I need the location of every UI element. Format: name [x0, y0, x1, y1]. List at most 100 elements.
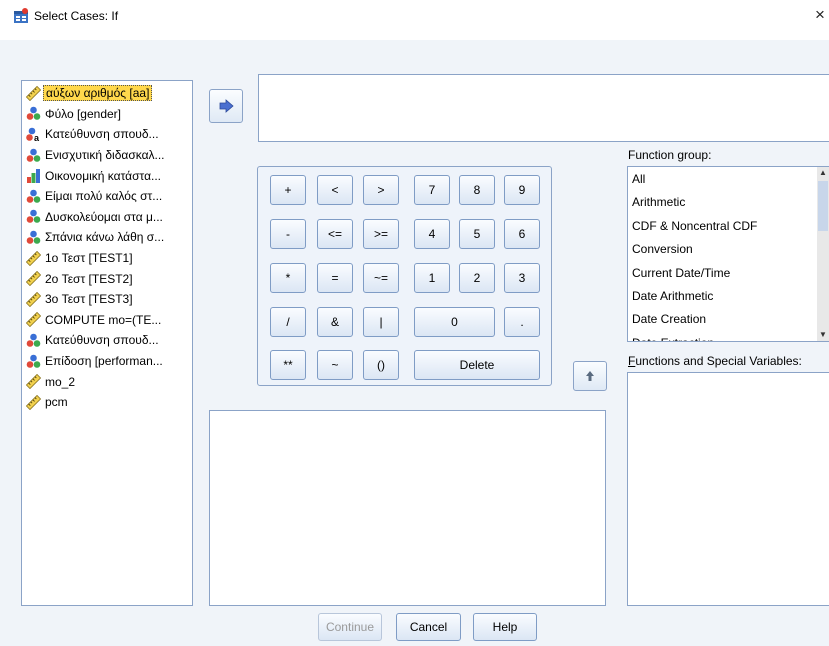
variable-label: 3o Τεστ [TEST3] — [45, 292, 133, 307]
key-2[interactable]: 2 — [459, 263, 495, 293]
key-parentheses[interactable]: () — [363, 350, 399, 380]
key-0[interactable]: 0 — [414, 307, 495, 337]
variable-item[interactable]: Οικονομική κατάστα... — [22, 165, 192, 186]
scale-ruler-icon — [25, 291, 42, 307]
nominal-icon — [26, 230, 41, 245]
functions-special-variables-list[interactable] — [627, 372, 829, 606]
key-less-than[interactable]: < — [317, 175, 353, 205]
key-greater-equal[interactable]: >= — [363, 219, 399, 249]
variable-item[interactable]: Επίδοση [performan... — [22, 351, 192, 372]
function-group-item[interactable]: Date Arithmetic — [632, 286, 829, 309]
key-7[interactable]: 7 — [414, 175, 450, 205]
key-and[interactable]: & — [317, 307, 353, 337]
nominal-icon — [26, 106, 41, 121]
nominal-icon — [26, 354, 41, 369]
function-group-item[interactable]: Arithmetic — [632, 192, 829, 215]
scale-ruler-icon — [25, 394, 42, 410]
function-group-scrollbar[interactable]: ▲ ▼ — [817, 167, 829, 341]
title-bar: Select Cases: If × — [0, 0, 829, 40]
close-icon[interactable]: × — [815, 5, 825, 25]
scale-ruler-icon — [25, 250, 42, 266]
key-less-equal[interactable]: <= — [317, 219, 353, 249]
numeric-expression-field[interactable] — [258, 74, 829, 142]
key-3[interactable]: 3 — [504, 263, 540, 293]
key-plus[interactable]: + — [270, 175, 306, 205]
key-minus[interactable]: - — [270, 219, 306, 249]
key-6[interactable]: 6 — [504, 219, 540, 249]
key-1[interactable]: 1 — [414, 263, 450, 293]
scroll-down-icon[interactable]: ▼ — [817, 329, 829, 341]
variable-list[interactable]: αύξων αριθμός [aa] Φύλο [gender] a Κατεύθυν… — [21, 80, 193, 606]
variable-label: αύξων αριθμός [aa] — [43, 85, 153, 102]
ordinal-icon — [26, 168, 41, 184]
variable-item[interactable]: 1o Τεστ [TEST1] — [22, 248, 192, 269]
move-to-expression-button[interactable] — [209, 89, 243, 123]
arrow-right-icon — [219, 99, 234, 113]
scale-ruler-icon — [25, 373, 42, 390]
scale-ruler-icon — [25, 312, 42, 328]
variable-label: COMPUTE mo=(TE... — [45, 312, 162, 327]
variable-item[interactable]: Ενισχυτική διδασκαλ... — [22, 145, 192, 166]
variable-item[interactable]: mo_2 — [22, 371, 192, 392]
variable-label: Δυσκολεύομαι στα μ... — [45, 209, 163, 224]
key-or[interactable]: | — [363, 307, 399, 337]
cancel-button[interactable]: Cancel — [396, 613, 461, 641]
variable-label: Επίδοση [performan... — [45, 354, 163, 369]
nominal-icon — [26, 148, 41, 163]
nominal-icon — [26, 189, 41, 204]
key-5[interactable]: 5 — [459, 219, 495, 249]
variable-item[interactable]: Σπάνια κάνω λάθη σ... — [22, 227, 192, 248]
variable-item[interactable]: 3o Τεστ [TEST3] — [22, 289, 192, 310]
variable-item[interactable]: pcm — [22, 392, 192, 413]
variable-label: Είμαι πολύ καλός στ... — [45, 189, 163, 204]
variable-item[interactable]: 2o Τεστ [TEST2] — [22, 268, 192, 289]
function-group-item[interactable]: All — [632, 169, 829, 192]
variable-label: 2o Τεστ [TEST2] — [45, 271, 133, 286]
function-group-item[interactable]: Date Extraction — [632, 333, 829, 341]
key-delete[interactable]: Delete — [414, 350, 540, 380]
scale-ruler-icon — [25, 271, 42, 287]
key-not[interactable]: ~ — [317, 350, 353, 380]
key-power[interactable]: ** — [270, 350, 306, 380]
variable-item[interactable]: Δυσκολεύομαι στα μ... — [22, 207, 192, 228]
variable-label: Κατεύθυνση σπουδ... — [45, 333, 159, 348]
scroll-up-icon[interactable]: ▲ — [817, 167, 829, 179]
key-not-equal[interactable]: ~= — [363, 263, 399, 293]
functions-special-variables-label: Functions and Special Variables: — [628, 354, 802, 368]
key-9[interactable]: 9 — [504, 175, 540, 205]
variable-item[interactable]: αύξων αριθμός [aa] — [22, 83, 192, 104]
function-group-item[interactable]: Current Date/Time — [632, 263, 829, 286]
variable-label: Φύλο [gender] — [45, 106, 121, 121]
nominal-icon — [26, 209, 41, 224]
variable-item[interactable]: Είμαι πολύ καλός στ... — [22, 186, 192, 207]
variable-label: Οικονομική κατάστα... — [45, 168, 162, 183]
nominal-string-icon: a — [26, 127, 41, 143]
variable-item[interactable]: a Κατεύθυνση σπουδ... — [22, 124, 192, 145]
function-group-list[interactable]: All Arithmetic CDF & Noncentral CDF Convers… — [627, 166, 829, 342]
nominal-icon — [26, 333, 41, 348]
key-divide[interactable]: / — [270, 307, 306, 337]
app-icon — [14, 8, 28, 23]
scroll-thumb[interactable] — [818, 181, 828, 231]
function-group-item[interactable]: CDF & Noncentral CDF — [632, 216, 829, 239]
move-function-up-button[interactable] — [573, 361, 607, 391]
variable-label: Κατεύθυνση σπουδ... — [45, 127, 159, 142]
key-multiply[interactable]: * — [270, 263, 306, 293]
variable-item[interactable]: Κατεύθυνση σπουδ... — [22, 330, 192, 351]
key-4[interactable]: 4 — [414, 219, 450, 249]
variable-item[interactable]: Φύλο [gender] — [22, 104, 192, 125]
key-greater-than[interactable]: > — [363, 175, 399, 205]
calculator-keypad: + < > 7 8 9 - <= >= 4 5 6 * = ~= 1 2 3 /… — [257, 166, 552, 386]
key-equal[interactable]: = — [317, 263, 353, 293]
key-decimal[interactable]: . — [504, 307, 540, 337]
continue-button[interactable]: Continue — [318, 613, 382, 641]
help-button[interactable]: Help — [473, 613, 537, 641]
variable-label: mo_2 — [45, 374, 76, 389]
key-8[interactable]: 8 — [459, 175, 495, 205]
svg-text:a: a — [34, 133, 40, 142]
function-group-item[interactable]: Date Creation — [632, 309, 829, 332]
window-title: Select Cases: If — [34, 9, 119, 23]
scale-ruler-icon — [25, 85, 42, 101]
variable-item[interactable]: COMPUTE mo=(TE... — [22, 310, 192, 331]
function-group-item[interactable]: Conversion — [632, 239, 829, 262]
